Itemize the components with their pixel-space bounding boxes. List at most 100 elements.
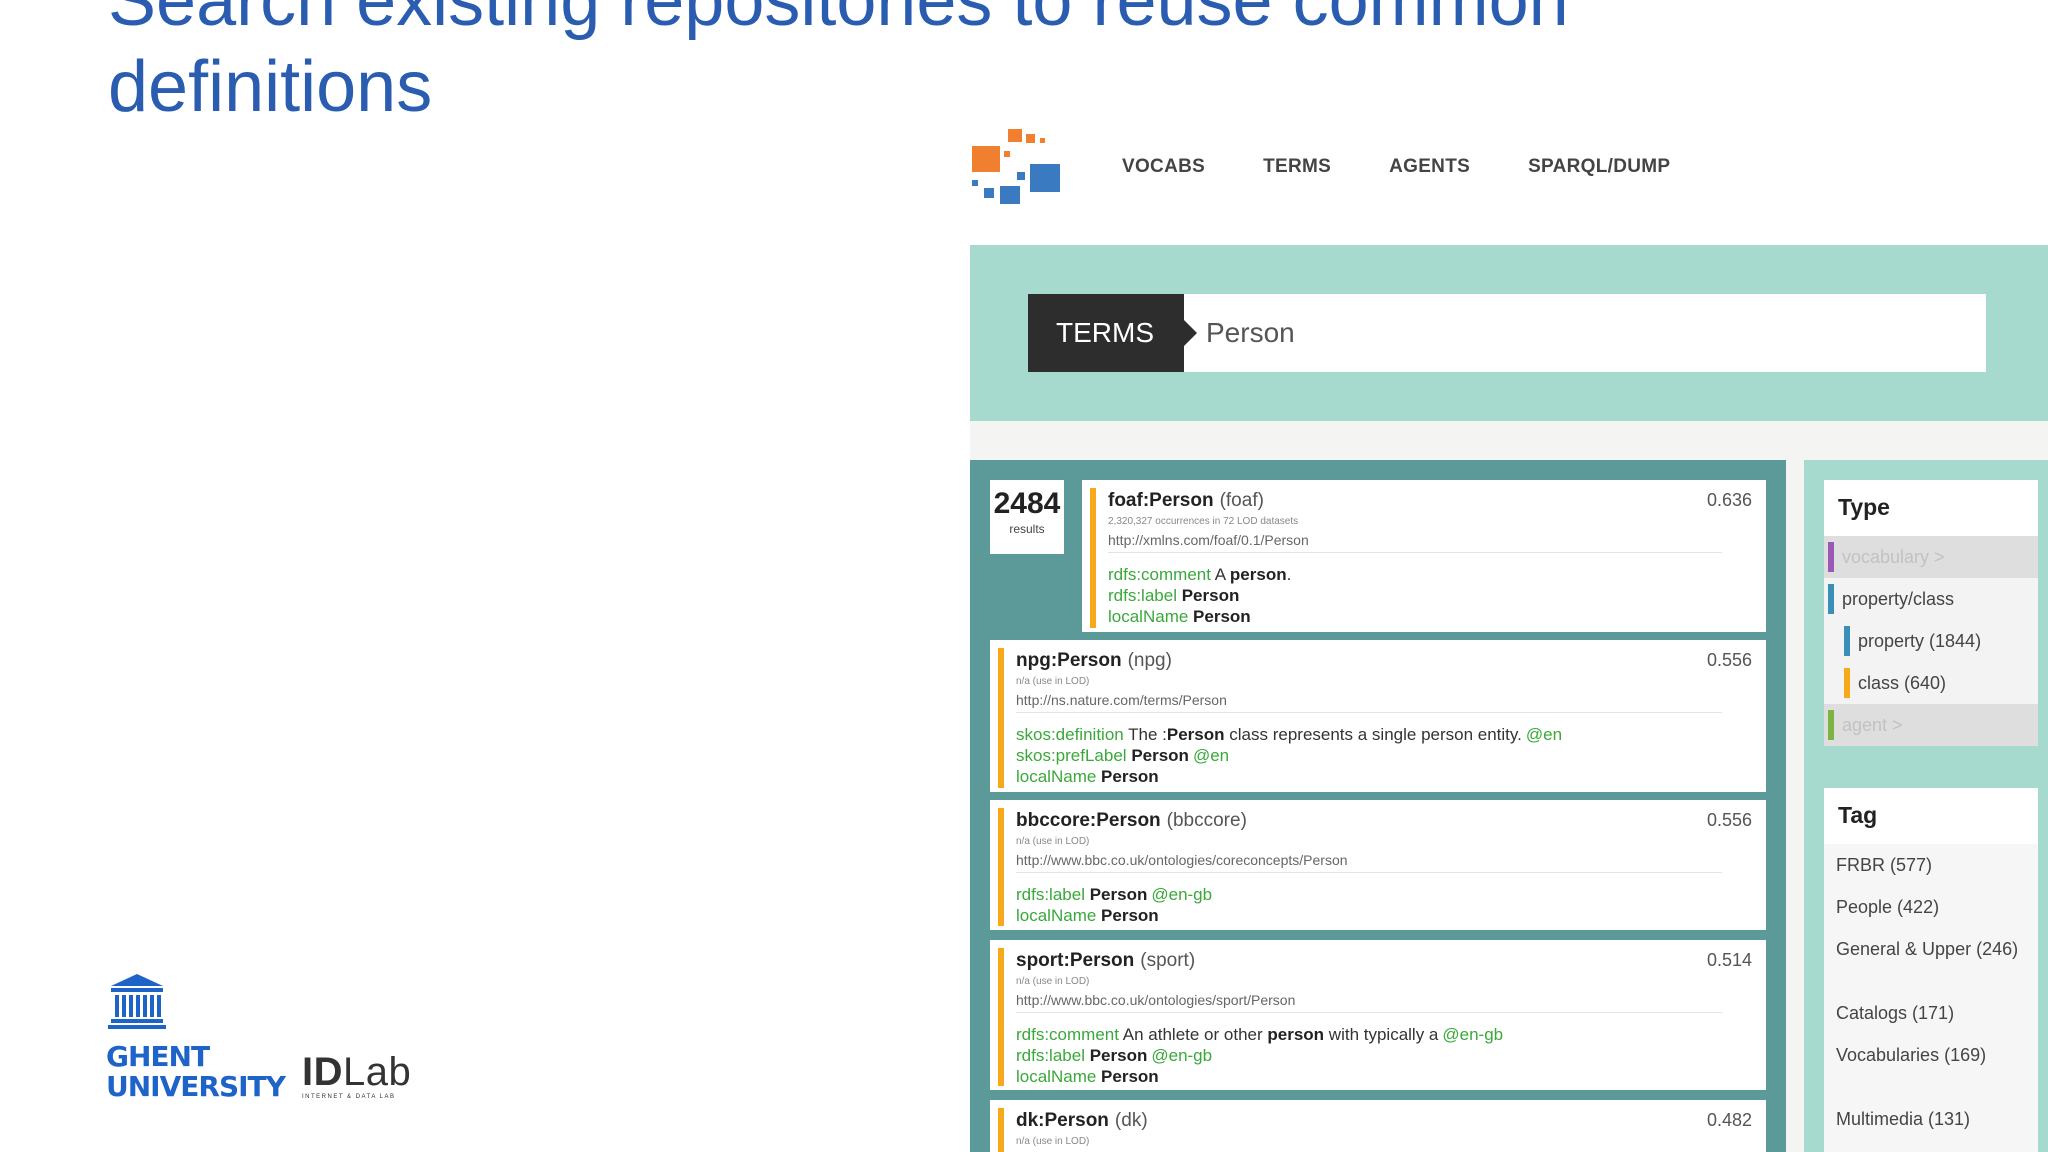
result-card[interactable]: sport:Person (sport) 0.514 n/a (use in LOD)…: [990, 940, 1766, 1090]
property-match: Person: [1089, 885, 1148, 904]
result-uri[interactable]: http://ns.nature.com/terms/Person: [1016, 692, 1227, 708]
result-heading: foaf:Person (foaf): [1108, 490, 1264, 512]
property-lang: @en-gb: [1151, 885, 1213, 904]
result-vocab-prefix[interactable]: (foaf): [1220, 490, 1264, 511]
result-usage: n/a (use in LOD): [1016, 1136, 1090, 1147]
type-facet-row[interactable]: property/class: [1824, 578, 2038, 620]
facets-panel: Type vocabulary > property/class property …: [1804, 460, 2048, 1152]
result-uri[interactable]: http://www.bbc.co.uk/ontologies/coreconc…: [1016, 852, 1348, 868]
result-vocab-prefix[interactable]: (dk): [1115, 1110, 1148, 1131]
idlab-wordmark-bold: ID: [302, 1050, 343, 1094]
nav-agents[interactable]: AGENTS: [1389, 156, 1470, 178]
type-facet-row[interactable]: vocabulary >: [1824, 536, 2038, 578]
result-uri[interactable]: http://xmlns.com/foaf/0.1/Person: [1108, 532, 1309, 548]
idlab-wordmark: IDLab: [302, 1052, 411, 1092]
property-text-pre: An athlete or other: [1118, 1025, 1268, 1044]
facet-color-marker: [1828, 584, 1834, 614]
result-card[interactable]: npg:Person (npg) 0.556 n/a (use in LOD) http…: [990, 640, 1766, 792]
result-vocab-prefix[interactable]: (sport): [1140, 950, 1195, 971]
tag-facet-row[interactable]: Vocabularies (169): [1824, 1034, 2038, 1098]
ghent-university-logo: GHENT UNIVERSITY: [104, 972, 286, 1102]
result-vocab-prefix[interactable]: (npg): [1128, 650, 1172, 671]
tag-facet-row[interactable]: Catalogs (171): [1824, 992, 2038, 1034]
tag-facet-row[interactable]: General & Upper (246): [1824, 928, 2038, 992]
property-text-pre: A: [1210, 565, 1230, 584]
type-facet-label: vocabulary >: [1842, 547, 1945, 567]
result-property: localName Person: [1016, 905, 1212, 926]
property-key: rdfs:label: [1108, 586, 1177, 605]
result-uri[interactable]: http://www.bbc.co.uk/ontologies/sport/Pe…: [1016, 992, 1295, 1008]
result-divider: [1016, 712, 1722, 713]
main-nav: VOCABS TERMS AGENTS SPARQL/DUMP: [1122, 156, 1670, 178]
tag-facet-row[interactable]: Multimedia (131): [1824, 1098, 2038, 1140]
type-facet-label: property/class: [1842, 589, 1955, 609]
nav-vocabs[interactable]: VOCABS: [1122, 156, 1205, 178]
result-property: localName Person: [1016, 1066, 1503, 1087]
ugent-name-line-2: UNIVERSITY: [106, 1070, 286, 1103]
facet-color-marker: [1844, 668, 1850, 698]
result-usage: n/a (use in LOD): [1016, 976, 1090, 987]
tag-facet-row[interactable]: FRBR (577): [1824, 844, 2038, 886]
result-term-name[interactable]: foaf:Person: [1108, 490, 1214, 511]
property-match: person: [1229, 565, 1287, 584]
result-heading: sport:Person (sport): [1016, 950, 1195, 972]
result-term-name[interactable]: npg:Person: [1016, 650, 1122, 671]
result-property: rdfs:label Person @en-gb: [1016, 884, 1212, 905]
property-lang: @en-gb: [1442, 1025, 1504, 1044]
result-properties: rdfs:comment A person. rdfs:label Person l…: [1108, 564, 1291, 627]
search-input[interactable]: [1206, 294, 1966, 372]
tag-facet: Tag FRBR (577) People (422) General & Uppe…: [1824, 788, 2038, 1152]
type-facet-label: agent >: [1842, 715, 1903, 735]
slide-title-line-2: definitions: [108, 47, 433, 127]
results-panel: 2484 results foaf:Person (foaf) 0.636 2,320…: [970, 460, 1786, 1152]
tag-facet-rows: FRBR (577) People (422) General & Upper (2…: [1824, 844, 2038, 1152]
result-score: 0.514: [1706, 950, 1752, 970]
ugent-name-line-1: GHENT: [106, 1040, 210, 1073]
result-term-name[interactable]: bbccore:Person: [1016, 810, 1161, 831]
nav-sparql-dump[interactable]: SPARQL/DUMP: [1528, 156, 1670, 178]
type-facet-row[interactable]: agent >: [1824, 704, 2038, 746]
result-accent-bar: [1090, 488, 1096, 628]
result-property: rdfs:comment A person.: [1108, 564, 1291, 585]
property-lang: @en: [1192, 746, 1230, 765]
result-term-name[interactable]: dk:Person: [1016, 1110, 1109, 1131]
result-card[interactable]: dk:Person (dk) 0.482 n/a (use in LOD): [990, 1100, 1766, 1152]
result-card[interactable]: foaf:Person (foaf) 0.636 2,320,327 occurren…: [1082, 480, 1766, 632]
result-term-name[interactable]: sport:Person: [1016, 950, 1134, 971]
property-match: Person: [1131, 746, 1189, 765]
nav-terms[interactable]: TERMS: [1263, 156, 1331, 178]
university-building-icon: [108, 974, 166, 1029]
type-facet-row[interactable]: class (640): [1824, 662, 2038, 704]
tag-facet-row[interactable]: People (422): [1824, 886, 2038, 928]
tag-facet-title: Tag: [1838, 802, 1878, 828]
facet-color-marker: [1828, 542, 1834, 572]
result-divider: [1016, 872, 1722, 873]
result-property: localName Person: [1108, 606, 1291, 627]
result-divider: [1016, 1012, 1722, 1013]
property-key: rdfs:label: [1016, 885, 1085, 904]
result-vocab-prefix[interactable]: (bbccore): [1167, 810, 1247, 831]
result-score: 0.636: [1706, 490, 1752, 510]
result-card[interactable]: bbccore:Person (bbccore) 0.556 n/a (use in …: [990, 800, 1766, 930]
tag-facet-row[interactable]: Society (131): [1824, 1140, 2038, 1152]
result-score: 0.556: [1706, 650, 1752, 670]
result-property: skos:definition The :Person class repres…: [1016, 724, 1562, 745]
property-text-pre: The :: [1123, 725, 1167, 744]
type-facet-label: property (1844): [1858, 631, 1982, 651]
search-box: TERMS: [1028, 294, 1986, 372]
result-usage: 2,320,327 occurrences in 72 LOD datasets: [1108, 516, 1299, 527]
result-accent-bar: [998, 948, 1004, 1086]
property-match: Person: [1193, 607, 1251, 626]
result-property: rdfs:label Person @en-gb: [1016, 1045, 1503, 1066]
result-properties: rdfs:label Person @en-gb localName Person: [1016, 884, 1212, 926]
lov-logo-icon: [972, 129, 1060, 204]
facet-color-marker: [1828, 710, 1834, 740]
property-lang: @en: [1525, 725, 1563, 744]
search-scope-tag[interactable]: TERMS: [1028, 294, 1197, 372]
type-facet-row[interactable]: property (1844): [1824, 620, 2038, 662]
property-match: Person: [1101, 906, 1159, 925]
property-key: localName: [1108, 607, 1189, 626]
idlab-subtitle: INTERNET & DATA LAB: [302, 1094, 396, 1100]
property-text-post: class represents a single person entity.: [1224, 725, 1522, 744]
idlab-logo: IDLab INTERNET & DATA LAB: [302, 1052, 411, 1100]
